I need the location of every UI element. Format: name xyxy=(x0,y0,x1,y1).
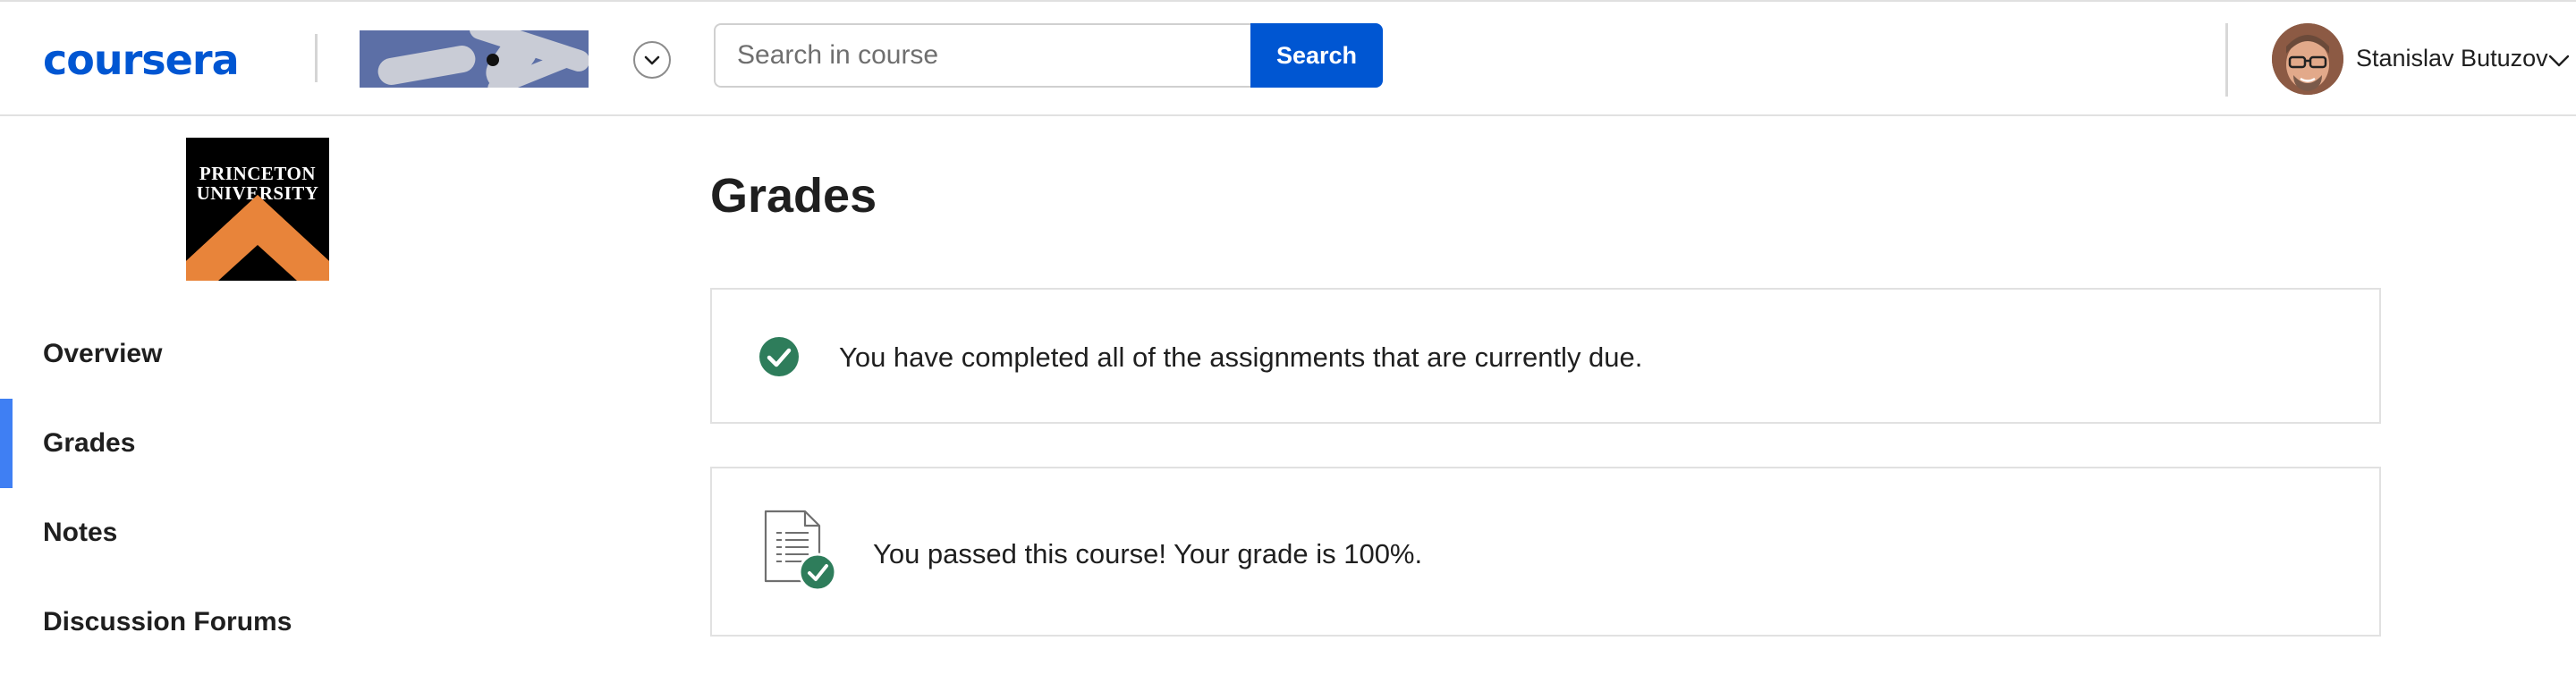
sidebar-nav: Overview Grades Notes Discussion Forums xyxy=(0,309,376,667)
thumbnail-shape xyxy=(376,43,478,88)
sidebar-item-notes[interactable]: Notes xyxy=(0,488,376,578)
course-result-card: You passed this course! Your grade is 10… xyxy=(710,467,2381,637)
course-thumbnail[interactable] xyxy=(360,30,589,88)
chevron-down-icon xyxy=(644,55,660,65)
avatar[interactable] xyxy=(2272,23,2343,95)
header-divider xyxy=(315,34,318,82)
sidebar-item-discussion-forums[interactable]: Discussion Forums xyxy=(0,578,376,667)
assignments-status-text: You have completed all of the assignment… xyxy=(839,342,1643,373)
princeton-university-logo[interactable]: PRINCETON UNIVERSITY xyxy=(186,138,329,281)
top-header: coursera Search Stanislav Butuzov xyxy=(0,0,2576,116)
document-check-icon xyxy=(764,510,837,592)
assignments-status-card: You have completed all of the assignment… xyxy=(710,288,2381,424)
page-title: Grades xyxy=(710,169,877,223)
check-circle-icon xyxy=(759,337,799,376)
user-name[interactable]: Stanislav Butuzov xyxy=(2356,45,2548,72)
coursera-logo[interactable]: coursera xyxy=(43,36,240,84)
thumbnail-dot xyxy=(487,54,499,66)
sidebar-item-overview[interactable]: Overview xyxy=(0,309,376,399)
course-switcher-button[interactable] xyxy=(633,41,671,79)
avatar-image xyxy=(2272,23,2343,95)
course-result-text: You passed this course! Your grade is 10… xyxy=(873,538,1423,569)
search-button[interactable]: Search xyxy=(1250,23,1383,88)
user-divider xyxy=(2225,23,2228,97)
chevron-shield-icon xyxy=(186,195,329,281)
chevron-down-icon[interactable] xyxy=(2547,54,2571,68)
sidebar-item-grades[interactable]: Grades xyxy=(0,399,376,488)
search-input[interactable] xyxy=(714,23,1252,88)
